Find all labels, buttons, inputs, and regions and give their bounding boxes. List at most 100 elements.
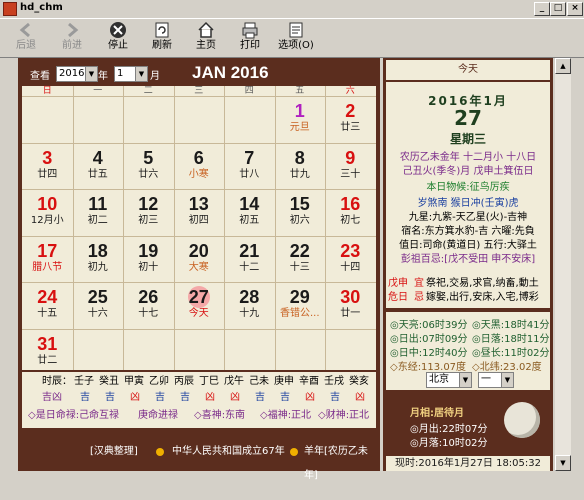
minimize-button[interactable]: _ [534,2,550,16]
calendar-header: 查看 2016 ▼ 年 1 ▼ 月 JAN 2016 [22,62,376,86]
day-number: 21 [239,240,260,261]
yi-text: 祭祀,交易,求官,纳畜,動土 [426,278,539,289]
day-number: 28 [239,287,260,307]
day-number: 19 [138,240,159,261]
calendar-day[interactable]: 15 初六 [275,189,326,236]
year-select[interactable]: 2016 ▼ [56,66,98,82]
hour-item: 壬子 [74,376,94,387]
hours-label: 时辰： [42,376,72,387]
lunar-label: 初二 [87,215,108,226]
gods-row: ◇是日命禄:己命互禄 庚命进禄 ◇喜神:东南 ◇福神:正北 ◇财神:正北 [22,408,376,424]
scroll-up-button[interactable]: ▲ [555,58,571,74]
calendar-day[interactable]: 28 十九 [224,282,275,329]
lunar-label: 12月小 [30,215,64,226]
calendar-day[interactable]: 12 初三 [123,189,174,236]
calendar-day[interactable]: 25 十六 [73,282,124,329]
calendar-day[interactable]: 11 初二 [73,189,124,236]
jixiong-item: 凶 [355,392,365,403]
calendar-day[interactable]: 17 腊八节 [22,236,73,283]
vertical-scrollbar[interactable]: ▲ ▼ [555,58,571,471]
hour-item: 甲寅 [124,376,144,387]
day-number: 2 [345,101,356,121]
calendar-day[interactable]: 6 小寒 [174,143,225,190]
maximize-button[interactable]: □ [550,2,566,16]
day-number: 26 [138,287,159,307]
moon-set: ◎月落:10时02分 [410,438,488,449]
calendar-day[interactable]: 22 十三 [275,236,326,283]
day-number: 4 [92,147,103,168]
today-header: 今天 [386,60,550,80]
lunar-label: 初五 [239,215,260,226]
options-button[interactable]: 选项(O) [274,21,318,55]
close-button[interactable]: × [567,2,583,16]
calendar-day[interactable]: 31 廿二 [22,329,73,376]
calendar-day[interactable]: 29 香错公... [275,282,326,329]
calendar-day[interactable]: 8 廿九 [275,143,326,190]
calendar-day[interactable]: 9 三十 [325,143,376,190]
calendar-day[interactable]: 21 十二 [224,236,275,283]
god-item: ◇喜神:东南 [194,410,246,421]
month-select[interactable]: 1 ▼ [114,66,148,82]
print-button[interactable]: 打印 [230,21,270,55]
hour-item: 己未 [249,376,269,387]
month-heading: JAN 2016 [192,63,269,82]
calendar-day[interactable]: 26 十七 [123,282,174,329]
back-button[interactable]: 后退 [6,21,46,55]
lunar-label: 十三 [289,261,310,273]
day-number: 15 [289,194,310,214]
lunar-label: 十四 [340,261,361,273]
home-button[interactable]: 主页 [186,21,226,55]
weekday-header: 三 [194,86,204,96]
calendar-day[interactable]: 10 12月小 [22,189,73,236]
calendar-day[interactable]: 19 初十 [123,236,174,283]
day-number: 17 [37,240,58,261]
calendar-day[interactable]: 13 初四 [174,189,225,236]
ji-label: 忌 [414,292,424,303]
hour-item: 庚申 [274,376,294,387]
refresh-button[interactable]: 刷新 [142,21,182,55]
sun-set: ◎日落:18时11分 [472,334,550,345]
calendar-day[interactable]: 14 初五 [224,189,275,236]
lunar-label: 十二 [239,261,260,273]
weekday-header: 一 [93,86,103,96]
stop-button[interactable]: 停止 [98,21,138,55]
jixiong-item: 凶 [230,392,240,403]
lunar-label: 初九 [87,261,108,273]
calendar-day[interactable]: 4 廿五 [73,143,124,190]
scroll-down-button[interactable]: ▼ [555,455,571,471]
calendar-day[interactable]: 24 十五 [22,282,73,329]
ji-text: 嫁娶,出行,安床,入宅,博彩 [426,292,539,303]
calendar-day[interactable]: 20 大寒 [174,236,225,283]
day-number: 20 [188,240,209,261]
calendar-day[interactable]: 1 元旦 [275,96,326,143]
weekday-header: 二 [143,86,153,96]
footer-bar: [汉典整理] 中华人民共和国成立67年 羊年[农历乙未年] [22,440,376,481]
calendar-day[interactable]: 27 今天 [174,282,225,329]
hours-row: 时辰： 壬子 癸丑 甲寅 乙卯 丙辰 丁巳 戊午 己未 庚申 辛酉 壬戌 癸亥 [22,374,376,390]
calendar-day[interactable]: 18 初九 [73,236,124,283]
lunar-label: 香错公... [279,308,320,319]
moon-info: 月相:居待月 ◎月出:22时07分 ◎月落:10时02分 [386,394,550,450]
calendar-day[interactable]: 2 廿三 [325,96,376,143]
back-arrow-icon [19,22,30,38]
hour-item: 癸亥 [349,376,369,387]
weekday-header: 四 [244,86,254,96]
city-select[interactable]: 北京 ▼ [426,372,472,388]
today-duty: 值日:司命(黄道日) 五行:大驿土 [399,240,537,251]
district-select[interactable]: 一 ▼ [478,372,514,388]
jixiong-item: 吉 [105,392,115,403]
footer-zodiac: 羊年[农历乙未年] [304,446,368,481]
calendar-day[interactable]: 23 十四 [325,236,376,283]
hour-item: 乙卯 [149,376,169,387]
calendar-day[interactable]: 3 廿四 [22,143,73,190]
lunar-label: 廿八 [239,168,260,180]
weekday-header: 六 [345,86,355,96]
chevron-down-icon: ▼ [501,373,513,387]
calendar-day[interactable]: 7 廿八 [224,143,275,190]
day-number: 18 [87,240,108,261]
calendar-day[interactable]: 30 廿一 [325,282,376,329]
calendar-day[interactable]: 5 廿六 [123,143,174,190]
forward-button[interactable]: 前进 [52,21,92,55]
calendar-day[interactable]: 16 初七 [325,189,376,236]
today-chong: 岁煞南 猴日冲(壬寅)虎 [417,198,519,209]
